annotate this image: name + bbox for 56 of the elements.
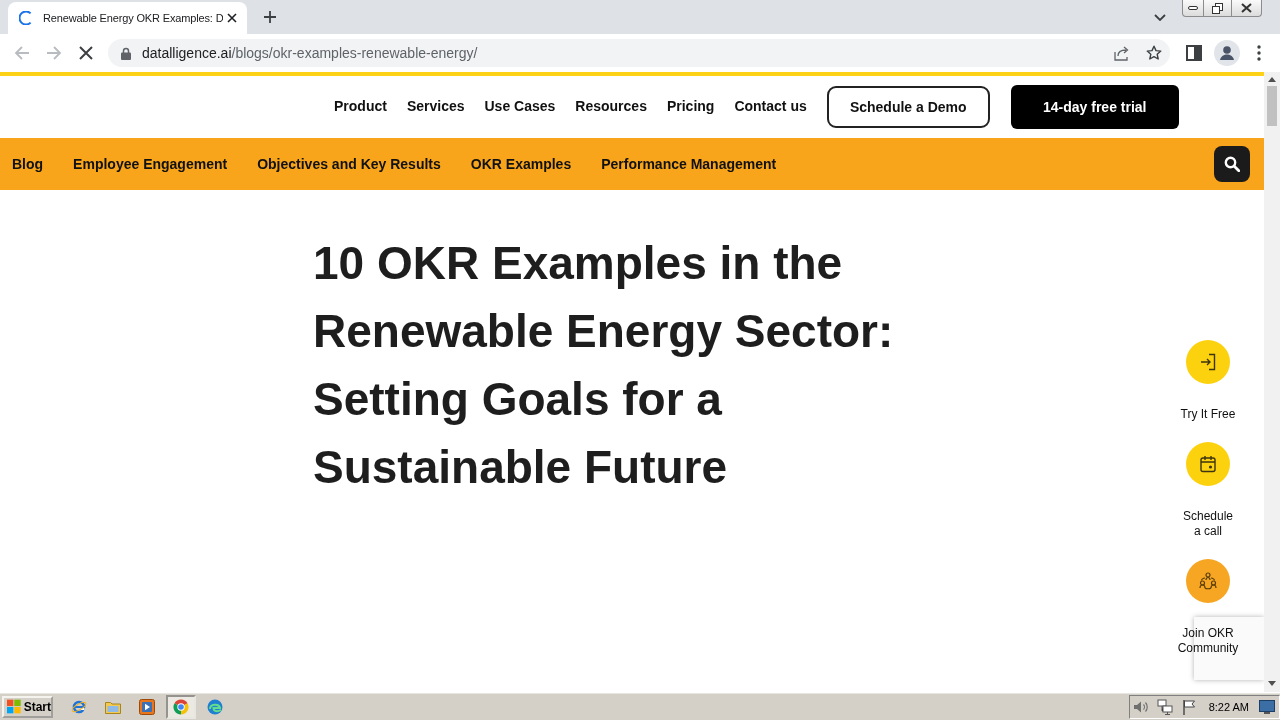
restore-button[interactable]	[1204, 0, 1232, 17]
desktop-icon[interactable]	[1259, 699, 1275, 714]
minimize-button[interactable]	[1182, 0, 1204, 17]
chrome-icon	[173, 698, 189, 715]
menu-icon[interactable]	[1257, 45, 1261, 61]
restore-icon	[1212, 2, 1223, 14]
action-label[interactable]: Join OKR Community	[1177, 626, 1239, 656]
back-arrow-icon	[14, 46, 30, 60]
windows-logo-icon	[7, 699, 21, 714]
close-icon	[1241, 3, 1252, 13]
internet-explorer-icon	[71, 698, 87, 715]
action-label[interactable]: Schedule a call	[1182, 509, 1233, 539]
network-icon[interactable]	[1156, 698, 1173, 715]
calendar-icon[interactable]	[1186, 442, 1230, 486]
tray-clock[interactable]: 8:22 AM	[1208, 700, 1249, 713]
nav-link[interactable]: Pricing	[666, 97, 715, 117]
side-panel-icon	[1186, 45, 1202, 61]
close-icon[interactable]	[227, 12, 237, 23]
share-icon[interactable]	[1114, 45, 1130, 61]
outline-button[interactable]: Schedule a Demo	[826, 86, 990, 128]
start-button[interactable]: Start	[2, 695, 53, 718]
article-title: 10 OKR Examples in the Renewable Energy Sector: Setting Goals for a Sustainable Future	[313, 236, 895, 495]
avatar-icon[interactable]	[1214, 40, 1240, 66]
category-link[interactable]: Employee Engagement	[73, 148, 228, 172]
nav-link[interactable]: Contact us	[734, 97, 807, 117]
sign-in-icon[interactable]	[1186, 340, 1230, 384]
category-link[interactable]: Objectives and Key Results	[257, 148, 441, 172]
close-window-button[interactable]	[1232, 0, 1262, 17]
forward-arrow-icon	[46, 46, 62, 60]
scroll-down-icon[interactable]	[1268, 681, 1276, 686]
plus-icon[interactable]	[264, 11, 276, 23]
search-icon	[1224, 156, 1240, 172]
address-bar[interactable]: datalligence.ai/blogs/okr-examples-renewable-energy/	[108, 39, 1170, 67]
category-link[interactable]: OKR Examples	[470, 148, 572, 172]
minimize-icon	[1188, 6, 1198, 10]
scroll-up-icon[interactable]	[1268, 77, 1276, 82]
nav-link[interactable]: Services	[406, 97, 465, 117]
scrollbar-thumb[interactable]	[1267, 86, 1277, 126]
edge-icon	[207, 698, 223, 715]
nav-link[interactable]: Product	[334, 97, 387, 117]
star-icon[interactable]	[1146, 45, 1162, 61]
nav-link[interactable]: Use Cases	[484, 97, 556, 117]
flag-icon[interactable]	[1180, 698, 1197, 715]
close-icon	[79, 46, 93, 60]
category-link[interactable]: Performance Management	[601, 148, 777, 172]
primary-button[interactable]: 14-day free trial	[1010, 85, 1179, 129]
media-player-icon	[139, 698, 155, 715]
search-button[interactable]	[1214, 146, 1250, 182]
action-label[interactable]: Try It Free	[1180, 407, 1236, 422]
taskbar-button[interactable]	[166, 694, 196, 719]
browser-tab[interactable]: Renewable Energy OKR Examples: D	[8, 2, 247, 34]
lock-icon	[121, 46, 131, 60]
nav-link[interactable]: Resources	[575, 97, 647, 117]
category-link[interactable]: Blog	[12, 148, 44, 172]
people-icon[interactable]	[1186, 559, 1230, 603]
chevron-down-icon[interactable]	[1154, 13, 1166, 21]
